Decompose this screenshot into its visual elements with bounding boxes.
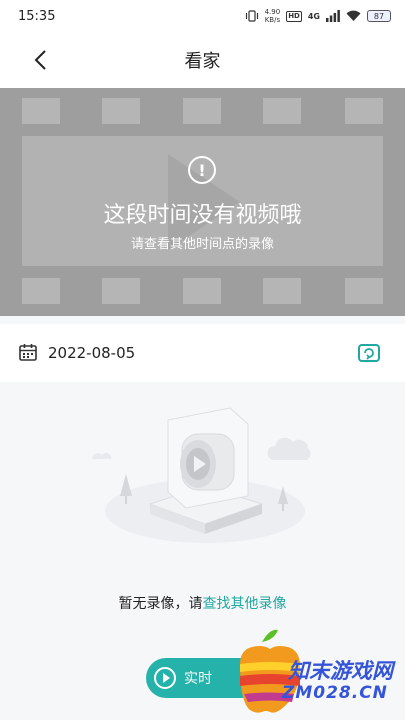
network-speed-unit: KB/s: [264, 16, 281, 24]
signal-icon: [326, 10, 340, 22]
switch-view-icon[interactable]: [357, 342, 381, 364]
no-video-message: 这段时间没有视频哦: [103, 203, 302, 228]
title-bar: 看家: [0, 32, 405, 88]
network-type: 4G: [307, 11, 320, 21]
hd-badge: HD: [286, 10, 302, 22]
film-hole: [345, 98, 383, 124]
empty-message-text: 暂无录像，请: [118, 596, 203, 612]
no-video-hint: 请查看其他时间点的录像: [130, 237, 274, 252]
film-hole: [263, 278, 301, 304]
wifi-icon: [346, 10, 361, 22]
date-bar: 2022-08-05: [0, 324, 405, 382]
battery-icon: 87: [367, 10, 391, 22]
page-title: 看家: [184, 51, 221, 72]
status-icons: 4.90 KB/s HD 4G 87: [245, 8, 391, 24]
status-time: 15:35: [18, 8, 56, 24]
empty-recording-illustration: [92, 407, 311, 543]
film-hole: [22, 278, 60, 304]
find-other-recordings-link[interactable]: 查找其他录像: [203, 596, 287, 612]
calendar-icon[interactable]: [18, 342, 40, 364]
play-circle-icon: [154, 667, 176, 689]
date-selector[interactable]: 2022-08-05: [48, 344, 135, 362]
watermark-name: 知末游戏网: [288, 659, 393, 683]
chevron-left-icon: [34, 50, 46, 70]
vibrate-icon: [245, 10, 259, 22]
film-hole: [183, 278, 221, 304]
film-hole: [102, 278, 140, 304]
film-hole: [345, 278, 383, 304]
network-speed-value: 4.90: [264, 8, 281, 16]
film-hole: [183, 98, 221, 124]
alert-icon: !: [188, 156, 216, 184]
film-hole: [102, 98, 140, 124]
watermark-url: ZM028.CN: [282, 683, 388, 703]
live-view-button-label: 实时: [184, 671, 212, 687]
film-hole: [22, 98, 60, 124]
empty-message: 暂无录像，请查找其他录像: [0, 593, 405, 613]
network-speed: 4.90 KB/s: [265, 8, 281, 24]
film-hole: [263, 98, 301, 124]
status-bar: 15:35 4.90 KB/s HD 4G 87: [0, 0, 405, 32]
back-button[interactable]: [26, 46, 54, 74]
